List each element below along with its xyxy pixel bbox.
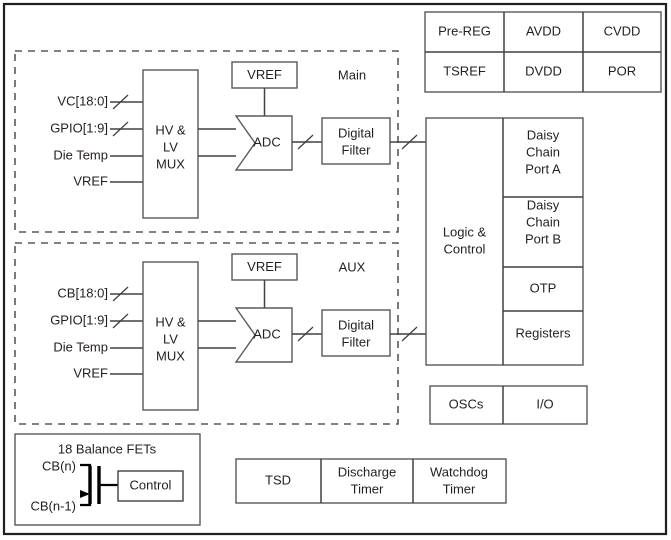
aux-section-label: AUX [339,259,366,274]
aux-mux-label-line3: MUX [156,348,185,363]
tsd-label: TSD [265,472,291,487]
aux-filter-label-line1: Digital [338,317,374,332]
main-input-label-die-temp: Die Temp [53,147,108,162]
registers-block-label: Registers [516,325,571,340]
aux-filter-label-line2: Filter [342,334,372,349]
aux-mux-label-line1: HV & [155,314,186,329]
main-mux-label-line3: MUX [156,156,185,171]
power-cell-tsref: TSREF [443,63,486,78]
main-section-label: Main [338,67,366,82]
power-cell-por: POR [608,63,636,78]
discharge-timer-label-line2: Timer [351,481,384,496]
main-adc-label: ADC [253,134,280,149]
daisy-chain-port-b-line1: Daisy [527,197,560,212]
main-input-label-gpio: GPIO[1:9] [50,120,108,135]
logic-control-label-line1: Logic & [443,224,487,239]
aux-input-label-die-temp: Die Temp [53,339,108,354]
daisy-chain-port-b-line3: Port B [525,231,561,246]
main-filter-label-line1: Digital [338,125,374,140]
main-filter-label-line2: Filter [342,142,372,157]
balance-fets-title: 18 Balance FETs [58,441,157,456]
main-mux-label-line1: HV & [155,122,186,137]
osc-label: OSCs [449,396,484,411]
discharge-timer-label-line1: Discharge [338,464,397,479]
aux-adc-label: ADC [253,326,280,341]
daisy-chain-port-a-line1: Daisy [527,127,560,142]
main-vref-label: VREF [247,67,282,82]
watchdog-timer-label-line2: Timer [443,481,476,496]
daisy-chain-port-a-line3: Port A [525,161,561,176]
daisy-chain-port-b-line2: Chain [526,214,560,229]
power-cell-dvdd: DVDD [525,63,562,78]
block-diagram-page: Main VC[18:0] GPIO[1:9] Die Temp VREF HV… [0,0,671,540]
logic-control-label-line2: Control [444,241,486,256]
balance-fet-control-label: Control [130,477,172,492]
io-label: I/O [536,396,553,411]
main-input-label-vc: VC[18:0] [57,93,108,108]
watchdog-timer-label-line1: Watchdog [430,464,488,479]
aux-input-label-cb: CB[18:0] [57,285,108,300]
aux-input-label-vref: VREF [73,365,108,380]
balance-fet-source-label: CB(n-1) [30,498,76,513]
power-cell-cvdd: CVDD [604,23,641,38]
aux-mux-label-line2: LV [163,331,178,346]
aux-input-label-gpio: GPIO[1:9] [50,312,108,327]
main-mux-label-line2: LV [163,139,178,154]
power-cell-pre-reg: Pre-REG [438,23,491,38]
main-input-label-vref: VREF [73,173,108,188]
otp-block-label: OTP [530,280,557,295]
power-cell-avdd: AVDD [526,23,561,38]
aux-vref-label: VREF [247,259,282,274]
daisy-chain-port-a-line2: Chain [526,144,560,159]
block-diagram: Main VC[18:0] GPIO[1:9] Die Temp VREF HV… [2,2,668,536]
balance-fet-drain-label: CB(n) [42,458,76,473]
